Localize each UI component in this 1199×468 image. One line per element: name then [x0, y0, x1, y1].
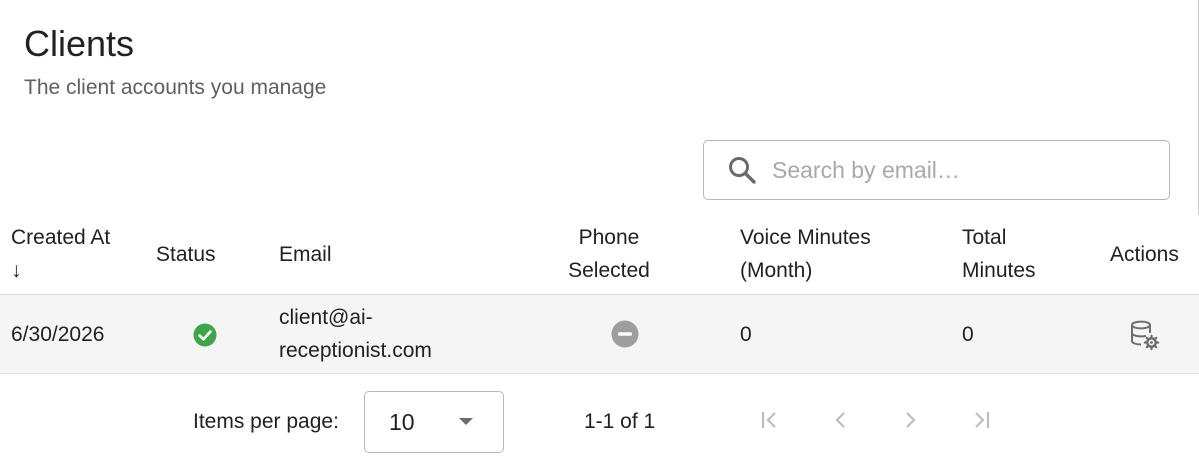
page-size-value: 10: [389, 409, 415, 435]
column-header-phone-line2: Selected: [568, 259, 650, 282]
previous-page-button[interactable]: [826, 408, 854, 436]
check-circle-icon: [193, 323, 217, 347]
column-header-created-at-label: Created At: [11, 226, 111, 249]
column-header-voice-minutes: Voice Minutes (Month): [740, 221, 871, 287]
column-header-total-minutes: Total Minutes: [962, 221, 1036, 287]
table-row[interactable]: 6/30/2026 client@ai- receptionist.com 0 …: [0, 295, 1199, 374]
search-field[interactable]: [703, 140, 1170, 200]
cell-email: client@ai- receptionist.com: [279, 301, 432, 367]
cell-voice-minutes: 0: [740, 323, 752, 346]
cell-total-minutes: 0: [962, 323, 974, 346]
dropdown-arrow-icon: [459, 418, 473, 425]
next-page-icon: [900, 409, 922, 436]
column-header-email: Email: [279, 243, 332, 266]
page-subtitle: The client accounts you manage: [24, 76, 327, 99]
table-header: Created At ↓ Status Email Phone Selected…: [0, 215, 1199, 295]
column-header-phone-line1: Phone: [578, 226, 640, 249]
database-settings-icon[interactable]: [1128, 319, 1160, 351]
column-header-total-line1: Total: [962, 226, 1007, 249]
clients-page: Clients The client accounts you manage C…: [0, 0, 1199, 468]
paginator: Items per page: 10 1-1 of 1: [0, 374, 1199, 468]
column-header-total-line2: Minutes: [962, 259, 1036, 282]
column-header-phone-selected: Phone Selected: [565, 221, 653, 287]
last-page-button[interactable]: [968, 408, 996, 436]
column-header-voice-line2: (Month): [740, 259, 813, 282]
cell-email-line1: client@ai-: [279, 306, 373, 329]
column-header-created-at[interactable]: Created At ↓: [11, 221, 110, 287]
last-page-icon: [971, 409, 993, 436]
cell-created-at: 6/30/2026: [11, 323, 105, 346]
minus-circle-icon: [611, 320, 639, 348]
items-per-page-label: Items per page:: [193, 410, 339, 433]
first-page-button[interactable]: [755, 408, 783, 436]
column-header-voice-line1: Voice Minutes: [740, 226, 871, 249]
search-icon: [726, 154, 758, 186]
column-header-actions: Actions: [1110, 243, 1179, 266]
search-input[interactable]: [770, 155, 1154, 185]
next-page-button[interactable]: [897, 408, 925, 436]
page-title: Clients: [24, 23, 135, 64]
sort-arrow-down-icon: ↓: [11, 259, 22, 282]
range-label: 1-1 of 1: [584, 410, 656, 433]
first-page-icon: [758, 409, 780, 436]
cell-email-line2: receptionist.com: [279, 339, 432, 362]
column-header-status: Status: [156, 243, 216, 266]
page-size-select[interactable]: 10: [364, 391, 504, 453]
previous-page-icon: [829, 409, 851, 436]
